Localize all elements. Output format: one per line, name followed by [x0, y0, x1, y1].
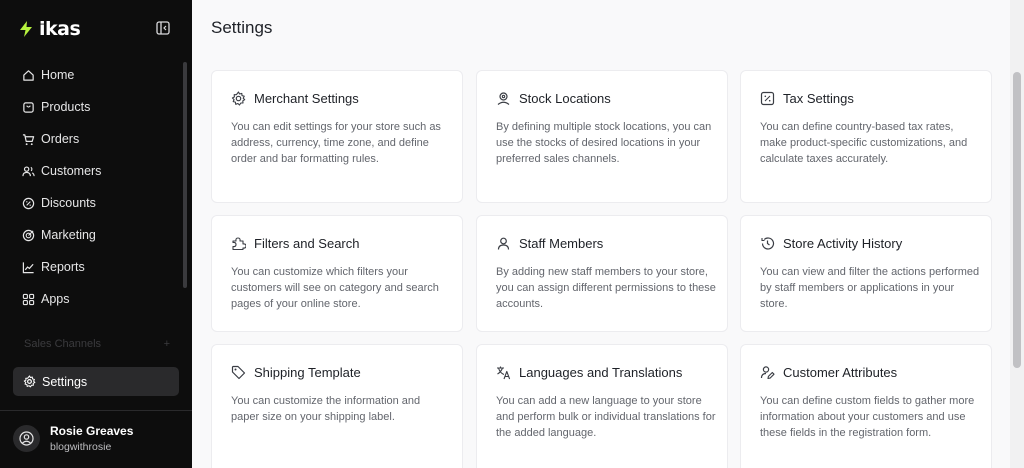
- card-title: Languages and Translations: [519, 365, 683, 380]
- user-edit-icon: [760, 366, 775, 380]
- sidebar-item-label: Orders: [41, 132, 80, 146]
- page-title: Settings: [211, 18, 273, 37]
- card-description: You can edit settings for your store suc…: [231, 121, 441, 165]
- location-icon: [497, 92, 510, 105]
- gear-icon: [23, 375, 36, 388]
- home-icon: [23, 69, 34, 81]
- card-store-activity-history[interactable]: Store Activity History You can view and …: [740, 215, 992, 332]
- sidebar-item-home[interactable]: Home: [12, 59, 180, 91]
- puzzle-icon: [232, 237, 246, 251]
- sidebar-item-marketing[interactable]: Marketing: [12, 219, 180, 251]
- card-title: Merchant Settings: [254, 91, 359, 106]
- card-description: You can customize the information and pa…: [231, 395, 421, 423]
- card-filters-and-search[interactable]: Filters and Search You can customize whi…: [211, 215, 463, 332]
- sidebar-item-orders[interactable]: Orders: [12, 123, 180, 155]
- marketing-icon: [22, 229, 35, 241]
- page-scrollbar-thumb[interactable]: [1013, 72, 1021, 368]
- user-name: Rosie Greaves: [50, 424, 134, 438]
- chart-icon: [22, 261, 34, 273]
- history-icon: [761, 237, 775, 250]
- discount-icon: [22, 197, 35, 209]
- sales-channels-header[interactable]: Sales Channels +: [24, 338, 170, 350]
- sidebar-item-apps[interactable]: Apps: [12, 283, 180, 315]
- sidebar-item-products[interactable]: Products: [12, 91, 180, 123]
- card-title: Staff Members: [519, 236, 604, 251]
- user-profile[interactable]: Rosie Greaves blogwithrosie: [13, 424, 133, 453]
- gear-icon: [231, 91, 246, 106]
- card-merchant-settings[interactable]: Merchant Settings You can edit settings …: [211, 70, 463, 203]
- avatar: [13, 425, 40, 452]
- card-description: By adding new staff members to your stor…: [496, 266, 716, 310]
- card-description: You can view and filter the actions perf…: [760, 266, 980, 310]
- card-title: Shipping Template: [254, 365, 361, 380]
- sidebar-item-label: Home: [41, 68, 75, 82]
- card-title: Customer Attributes: [783, 365, 898, 380]
- sidebar-item-discounts[interactable]: Discounts: [12, 187, 180, 219]
- card-tax-settings[interactable]: Tax Settings You can define country-base…: [740, 70, 992, 203]
- sidebar-scrollbar[interactable]: [183, 62, 187, 288]
- sidebar-item-label: Apps: [41, 292, 70, 306]
- card-description: You can add a new language to your store…: [496, 395, 716, 439]
- sidebar: ikas Home Products Orders Customers Disc…: [0, 0, 192, 468]
- card-title: Stock Locations: [519, 91, 611, 106]
- card-title: Tax Settings: [783, 91, 854, 106]
- card-customer-attributes[interactable]: Customer Attributes You can define custo…: [740, 344, 992, 468]
- apps-icon: [22, 293, 35, 305]
- card-title: Store Activity History: [783, 236, 903, 251]
- user-handle: blogwithrosie: [50, 441, 112, 453]
- tag-icon: [231, 365, 246, 380]
- card-shipping-template[interactable]: Shipping Template You can customize the …: [211, 344, 463, 468]
- card-languages-and-translations[interactable]: Languages and Translations You can add a…: [476, 344, 728, 468]
- sidebar-item-label: Products: [41, 100, 91, 114]
- users-icon: [22, 165, 35, 176]
- sales-channels-label: Sales Channels: [24, 338, 102, 350]
- card-title: Filters and Search: [254, 236, 360, 251]
- bag-icon: [23, 101, 34, 113]
- main-content: Settings Merchant Settings You can edit …: [192, 0, 1010, 468]
- sidebar-item-settings[interactable]: Settings: [13, 367, 179, 396]
- card-description: By defining multiple stock locations, yo…: [496, 121, 712, 165]
- logo-text: ikas: [39, 18, 81, 40]
- add-sales-channel-button[interactable]: +: [164, 338, 170, 350]
- sidebar-item-label: Discounts: [41, 196, 96, 210]
- sidebar-item-reports[interactable]: Reports: [12, 251, 180, 283]
- sidebar-item-label: Marketing: [41, 228, 96, 242]
- page-scrollbar[interactable]: [1010, 0, 1024, 468]
- translate-icon: [497, 366, 511, 380]
- user-circle-icon: [19, 431, 34, 446]
- bolt-icon: [20, 21, 32, 37]
- sidebar-item-customers[interactable]: Customers: [12, 155, 180, 187]
- sidebar-item-label: Customers: [41, 164, 102, 178]
- card-description: You can define country-based tax rates, …: [760, 121, 968, 165]
- tax-icon: [760, 91, 775, 106]
- logo[interactable]: ikas: [18, 18, 81, 40]
- sidebar-nav: Home Products Orders Customers Discounts…: [12, 59, 180, 315]
- sidebar-item-label: Settings: [42, 374, 88, 389]
- user-icon: [497, 237, 510, 250]
- card-description: You can define custom fields to gather m…: [760, 395, 975, 439]
- cart-icon: [22, 133, 35, 145]
- sidebar-item-label: Reports: [41, 260, 85, 274]
- card-staff-members[interactable]: Staff Members By adding new staff member…: [476, 215, 728, 332]
- card-stock-locations[interactable]: Stock Locations By defining multiple sto…: [476, 70, 728, 203]
- sidebar-divider: [0, 410, 192, 411]
- card-description: You can customize which filters your cus…: [231, 266, 439, 310]
- collapse-sidebar-icon[interactable]: [156, 21, 170, 35]
